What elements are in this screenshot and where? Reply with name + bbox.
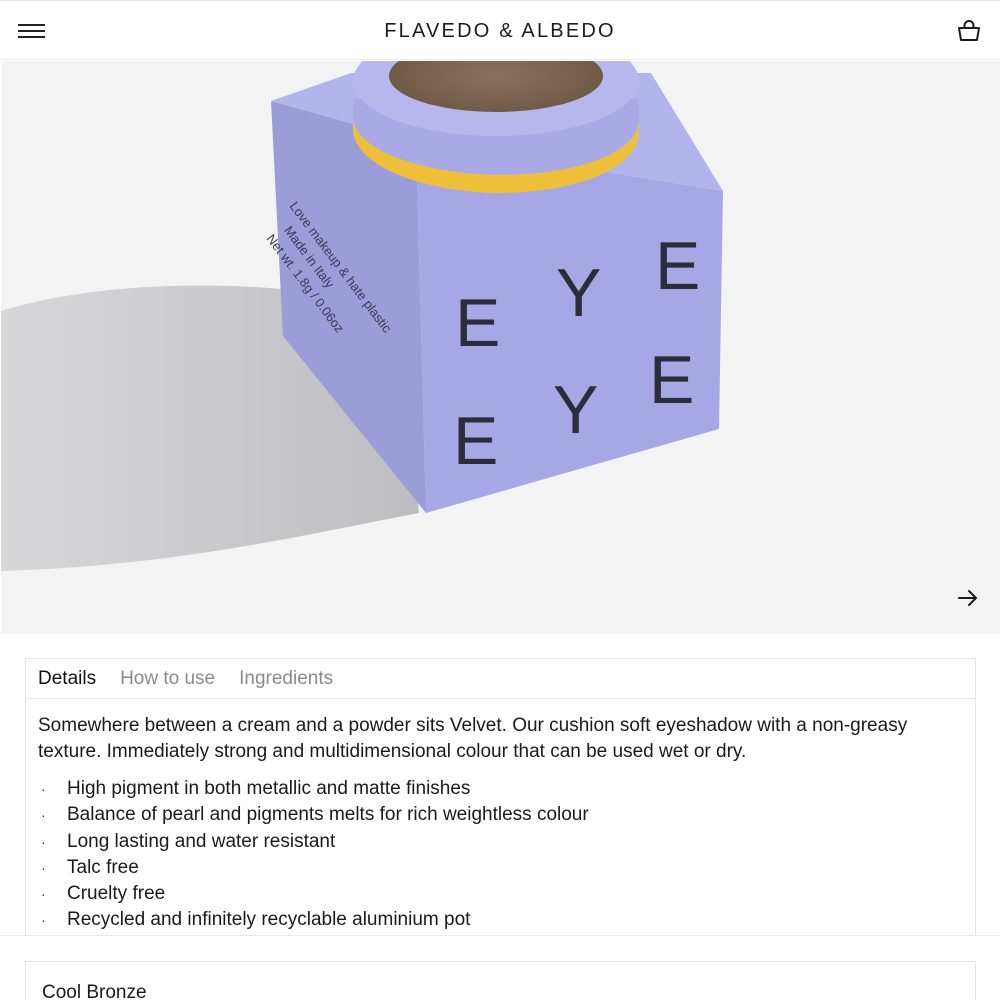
arrow-right-icon[interactable] [953, 583, 983, 613]
product-image-carousel[interactable]: Love makeup & hate plastic Made in Italy… [1, 61, 1000, 634]
shopping-bag-icon[interactable] [956, 18, 982, 44]
bullet: · [41, 859, 46, 876]
box-letter: E [649, 342, 694, 418]
box-letter: E [453, 403, 498, 479]
product-description: Somewhere between a cream and a powder s… [38, 715, 908, 762]
box-letter: Y [556, 255, 601, 331]
site-header: FLAVEDO & ALBEDO [0, 0, 1000, 60]
tab-bar: Details How to use Ingredients [26, 659, 975, 699]
list-item: · Recycled and infinitely recyclable alum… [38, 907, 963, 933]
shade-selector[interactable]: Cool Bronze [25, 961, 976, 1000]
tab-how-to-use[interactable]: How to use [120, 668, 215, 690]
list-item: · High pigment in both metallic and matte… [38, 776, 963, 802]
feature-text: Cruelty free [67, 883, 166, 905]
bullet: · [41, 886, 46, 903]
list-item: · Cruelty free [38, 881, 963, 907]
sticky-purchase-bar: Cool Bronze [0, 935, 1000, 1000]
feature-text: Recycled and infinitely recyclable alumi… [67, 909, 471, 931]
tab-ingredients[interactable]: Ingredients [239, 668, 333, 690]
tab-details[interactable]: Details [38, 668, 96, 690]
brand-logo[interactable]: FLAVEDO & ALBEDO [0, 20, 1000, 43]
bullet: · [41, 781, 46, 797]
box-letter: E [455, 285, 500, 361]
selected-shade-label: Cool Bronze [42, 982, 147, 1000]
feature-text: Long lasting and water resistant [67, 830, 336, 852]
bullet: · [41, 912, 46, 929]
box-letter: E [655, 228, 700, 304]
bullet: · [41, 807, 46, 824]
product-photo: Love makeup & hate plastic Made in Italy… [1, 61, 1000, 634]
box-letter: Y [553, 372, 598, 448]
list-item: · Talc free [38, 855, 963, 881]
feature-text: High pigment in both metallic and matte … [67, 778, 471, 799]
bullet: · [41, 833, 46, 850]
feature-text: Balance of pearl and pigments melts for … [67, 804, 589, 826]
feature-list: · High pigment in both metallic and matte… [26, 765, 975, 934]
product-info-tabs: Details How to use Ingredients Somewhere… [25, 658, 976, 948]
feature-text: Talc free [67, 856, 139, 878]
list-item: · Long lasting and water resistant [38, 829, 963, 855]
list-item: · Balance of pearl and pigments melts for… [38, 802, 963, 828]
